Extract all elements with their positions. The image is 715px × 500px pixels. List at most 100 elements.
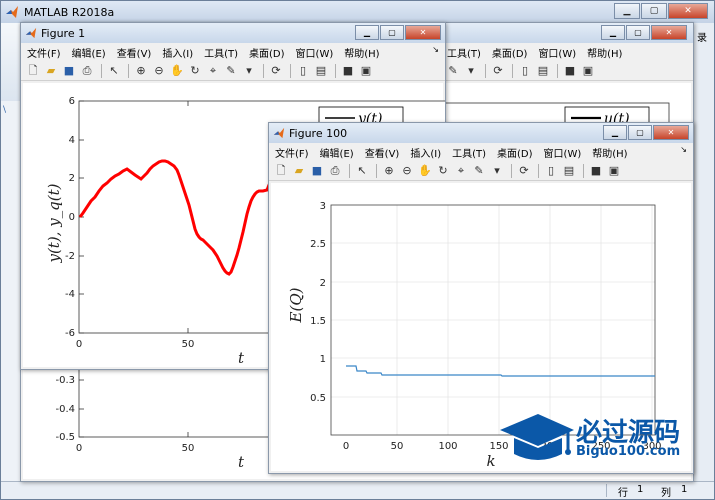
- save-icon[interactable]: ■: [309, 163, 325, 179]
- hide-tools-icon[interactable]: ■: [340, 63, 356, 79]
- figure100-toolbar: 🗋 ▰ ■ ⎙ ↖ ⊕ ⊖ ✋ ↻ ⌖ ✎ ▾ ⟳ ▯ ▤ ■ ▣: [269, 161, 693, 181]
- minimize-button[interactable]: ▁: [614, 3, 640, 19]
- maximize-button[interactable]: ▢: [641, 3, 667, 19]
- figure100-menubar: 文件(F) 编辑(E) 查看(V) 插入(I) 工具(T) 桌面(D) 窗口(W…: [269, 143, 693, 161]
- matlab-logo-icon: [273, 127, 285, 139]
- colorbar-icon[interactable]: ▯: [517, 63, 533, 79]
- figure100-maximize-button[interactable]: ▢: [628, 125, 652, 140]
- right-strip-label: 录: [697, 33, 707, 44]
- hide-tools-icon[interactable]: ■: [562, 63, 578, 79]
- rotate-icon[interactable]: ↻: [435, 163, 451, 179]
- figure1-minimize-button[interactable]: ▁: [355, 25, 379, 40]
- close-button[interactable]: ✕: [668, 3, 708, 19]
- status-bar: 行 1 列 1: [1, 481, 714, 499]
- brush-dropdown-icon[interactable]: ▾: [241, 63, 257, 79]
- menu-help[interactable]: 帮助(H): [344, 45, 379, 60]
- menu-edit[interactable]: 编辑(E): [72, 45, 106, 60]
- bg-xlabel: t: [238, 453, 245, 471]
- figure1-close-button[interactable]: ✕: [405, 25, 441, 40]
- matlab-logo-icon: [25, 27, 37, 39]
- show-tools-icon[interactable]: ▣: [358, 63, 374, 79]
- figure100-minimize-button[interactable]: ▁: [603, 125, 627, 140]
- bg-menu-tools[interactable]: 工具(T): [447, 45, 481, 60]
- figure1-title: Figure 1: [41, 26, 86, 40]
- link-icon[interactable]: ⟳: [490, 63, 506, 79]
- show-tools-icon[interactable]: ▣: [606, 163, 622, 179]
- legend-icon[interactable]: ▤: [561, 163, 577, 179]
- fig100-series-blue: [346, 365, 655, 377]
- menu-file[interactable]: 文件(F): [275, 145, 309, 160]
- menu-file[interactable]: 文件(F): [27, 45, 61, 60]
- bg-maximize-button[interactable]: ▢: [626, 25, 650, 40]
- print-icon[interactable]: ⎙: [327, 163, 343, 179]
- new-file-icon[interactable]: 🗋: [273, 163, 289, 179]
- menu-tools[interactable]: 工具(T): [452, 145, 486, 160]
- save-icon[interactable]: ■: [61, 63, 77, 79]
- menu-view[interactable]: 查看(V): [365, 145, 400, 160]
- figure100-close-button[interactable]: ✕: [653, 125, 689, 140]
- fig1-ytick-6: 6: [69, 96, 75, 107]
- brush-icon[interactable]: ✎: [223, 63, 239, 79]
- zoom-out-icon[interactable]: ⊖: [151, 63, 167, 79]
- open-folder-icon[interactable]: ▰: [291, 163, 307, 179]
- fig100-xtick-0: 0: [343, 441, 349, 452]
- pointer-icon[interactable]: ↖: [354, 163, 370, 179]
- fig100-ytick-1.5: 1.5: [310, 316, 326, 327]
- menu-edit[interactable]: 编辑(E): [320, 145, 354, 160]
- print-icon[interactable]: ⎙: [79, 63, 95, 79]
- menu-help[interactable]: 帮助(H): [592, 145, 627, 160]
- row-value: 1: [637, 484, 644, 495]
- fig100-ytick-2.5: 2.5: [310, 239, 326, 250]
- pointer-icon[interactable]: ↖: [106, 63, 122, 79]
- brush-icon[interactable]: ✎: [445, 63, 461, 79]
- data-cursor-icon[interactable]: ⌖: [205, 63, 221, 79]
- watermark-logo: 必过源码 Biguo100.com: [498, 410, 698, 470]
- menu-desktop[interactable]: 桌面(D): [497, 145, 533, 160]
- menu-window[interactable]: 窗口(W): [544, 145, 582, 160]
- bg-menu-desktop[interactable]: 桌面(D): [492, 45, 528, 60]
- figure100-title: Figure 100: [289, 126, 348, 140]
- menu-desktop[interactable]: 桌面(D): [249, 45, 285, 60]
- bg-xtick-2: 50: [182, 443, 195, 454]
- bg-ytick-2: -0.4: [55, 404, 75, 415]
- figure1-maximize-button[interactable]: ▢: [380, 25, 404, 40]
- pan-icon[interactable]: ✋: [417, 163, 433, 179]
- legend-icon[interactable]: ▤: [313, 63, 329, 79]
- menu-window[interactable]: 窗口(W): [296, 45, 334, 60]
- pan-icon[interactable]: ✋: [169, 63, 185, 79]
- menu-tools[interactable]: 工具(T): [204, 45, 238, 60]
- brush-icon[interactable]: ✎: [471, 163, 487, 179]
- open-folder-icon[interactable]: ▰: [43, 63, 59, 79]
- left-panel-glyph: \: [3, 105, 7, 115]
- bg-menu-window[interactable]: 窗口(W): [538, 45, 576, 60]
- zoom-in-icon[interactable]: ⊕: [133, 63, 149, 79]
- figure1-toolbar: 🗋 ▰ ■ ⎙ ↖ ⊕ ⊖ ✋ ↻ ⌖ ✎ ▾ ⟳ ▯ ▤ ■ ▣: [21, 61, 445, 81]
- brush-dropdown-icon[interactable]: ▾: [489, 163, 505, 179]
- hide-tools-icon[interactable]: ■: [588, 163, 604, 179]
- menu-insert[interactable]: 插入(I): [410, 145, 441, 160]
- main-title-bar[interactable]: MATLAB R2018a: [1, 1, 714, 23]
- menu-view[interactable]: 查看(V): [117, 45, 152, 60]
- fig1-xlabel: t: [238, 349, 245, 367]
- link-icon[interactable]: ⟳: [268, 63, 284, 79]
- data-cursor-icon[interactable]: ⌖: [453, 163, 469, 179]
- zoom-out-icon[interactable]: ⊖: [399, 163, 415, 179]
- fig100-xtick-100: 100: [438, 441, 457, 452]
- new-file-icon[interactable]: 🗋: [25, 63, 41, 79]
- rotate-icon[interactable]: ↻: [187, 63, 203, 79]
- colorbar-icon[interactable]: ▯: [543, 163, 559, 179]
- menu-insert[interactable]: 插入(I): [162, 45, 193, 60]
- colorbar-icon[interactable]: ▯: [295, 63, 311, 79]
- menubar-overflow-icon[interactable]: ↘: [680, 145, 687, 154]
- bg-minimize-button[interactable]: ▁: [601, 25, 625, 40]
- menubar-overflow-icon[interactable]: ↘: [432, 45, 439, 54]
- bg-menu-help[interactable]: 帮助(H): [587, 45, 622, 60]
- zoom-in-icon[interactable]: ⊕: [381, 163, 397, 179]
- fig1-xtick-50: 50: [182, 339, 195, 350]
- legend-icon[interactable]: ▤: [535, 63, 551, 79]
- fig1-ytick-m6: -6: [65, 328, 75, 339]
- bg-close-button[interactable]: ✕: [651, 25, 687, 40]
- show-tools-icon[interactable]: ▣: [580, 63, 596, 79]
- dropdown-icon[interactable]: ▾: [463, 63, 479, 79]
- link-icon[interactable]: ⟳: [516, 163, 532, 179]
